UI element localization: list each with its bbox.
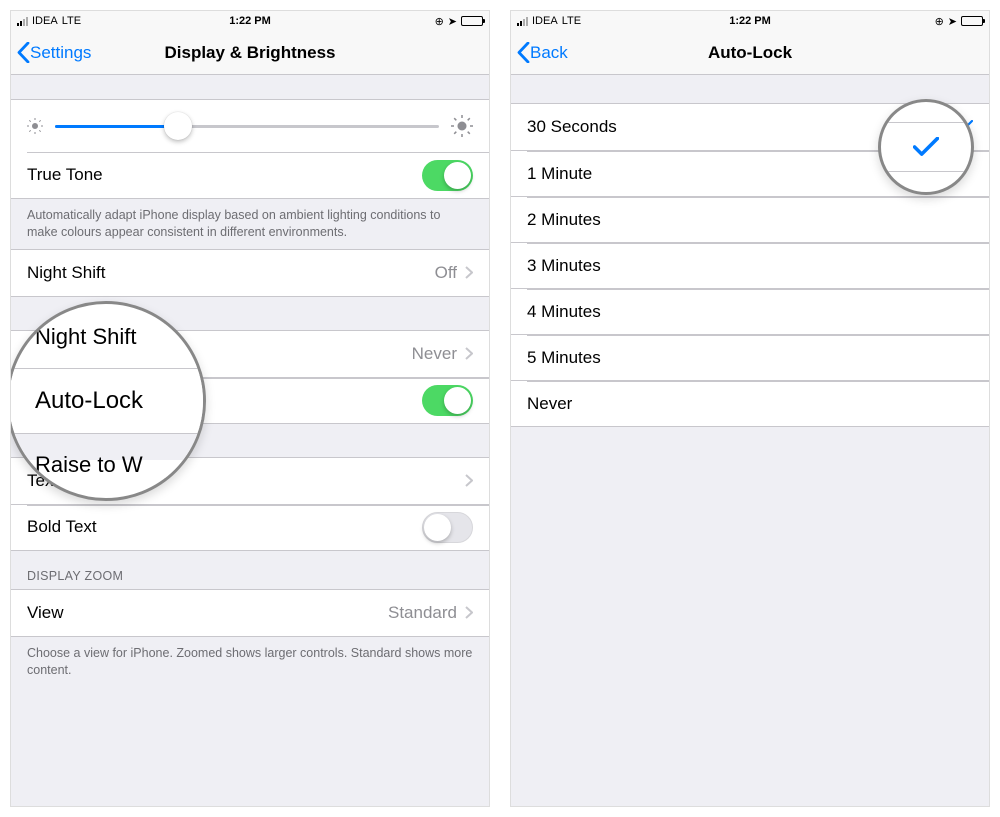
display-zoom-header: DISPLAY ZOOM [11, 551, 489, 589]
auto-lock-option[interactable]: 1 Minute [511, 150, 989, 196]
view-value: Standard [388, 603, 457, 623]
option-label: 3 Minutes [527, 256, 973, 276]
nav-bar: Settings Display & Brightness [11, 31, 489, 75]
auto-lock-option[interactable]: 2 Minutes [511, 196, 989, 242]
status-bar: IDEA LTE 1:22 PM ⊕ ➤ [511, 11, 989, 31]
rotation-lock-icon: ⊕ [435, 15, 444, 28]
sun-high-icon [451, 115, 473, 137]
display-zoom-footer: Choose a view for iPhone. Zoomed shows l… [11, 637, 489, 687]
back-button[interactable]: Settings [11, 42, 91, 63]
sun-low-icon [27, 118, 43, 134]
chevron-left-icon [17, 42, 30, 63]
back-label: Back [530, 43, 568, 63]
text-size-label: Text Size [27, 471, 465, 491]
auto-lock-option[interactable]: 4 Minutes [511, 288, 989, 334]
network-label: LTE [62, 15, 81, 27]
clock-label: 1:22 PM [229, 15, 271, 27]
back-button[interactable]: Back [511, 42, 568, 63]
brightness-group: True Tone [11, 99, 489, 199]
chevron-right-icon [465, 606, 473, 619]
true-tone-toggle[interactable] [422, 160, 473, 191]
option-label: 5 Minutes [527, 348, 973, 368]
page-title: Auto-Lock [708, 43, 792, 63]
option-label: 1 Minute [527, 164, 973, 184]
true-tone-label: True Tone [27, 165, 422, 185]
auto-lock-group: Auto-Lock Never Raise to Wake [11, 330, 489, 424]
carrier-label: IDEA [532, 15, 558, 27]
brightness-slider[interactable] [55, 112, 439, 140]
phone-display-brightness: IDEA LTE 1:22 PM ⊕ ➤ Settings Display & … [10, 10, 490, 807]
chevron-right-icon [465, 474, 473, 487]
auto-lock-option[interactable]: 3 Minutes [511, 242, 989, 288]
checkmark-icon [955, 120, 973, 134]
location-icon: ➤ [448, 15, 457, 28]
slider-thumb[interactable] [164, 112, 192, 140]
clock-label: 1:22 PM [729, 15, 771, 27]
signal-icon [517, 17, 528, 26]
brightness-row [11, 100, 489, 152]
carrier-label: IDEA [32, 15, 58, 27]
view-label: View [27, 603, 388, 623]
night-shift-row[interactable]: Night Shift Off [11, 250, 489, 296]
network-label: LTE [562, 15, 581, 27]
chevron-right-icon [465, 266, 473, 279]
location-icon: ➤ [948, 15, 957, 28]
auto-lock-option[interactable]: 5 Minutes [511, 334, 989, 380]
phone-auto-lock: IDEA LTE 1:22 PM ⊕ ➤ Back Auto-Lock 30 S… [510, 10, 990, 807]
raise-to-wake-toggle[interactable] [422, 385, 473, 416]
auto-lock-options: 30 Seconds 1 Minute 2 Minutes 3 Minutes 4 Mi… [511, 103, 989, 427]
night-shift-value: Off [435, 263, 457, 283]
signal-icon [17, 17, 28, 26]
raise-to-wake-label: Raise to Wake [27, 390, 422, 410]
auto-lock-option[interactable]: Never [511, 380, 989, 426]
view-row[interactable]: View Standard [11, 590, 489, 636]
text-size-row[interactable]: Text Size [11, 458, 489, 504]
option-label: 30 Seconds [527, 117, 955, 137]
true-tone-footer: Automatically adapt iPhone display based… [11, 199, 489, 249]
raise-to-wake-row: Raise to Wake [11, 377, 489, 423]
night-shift-label: Night Shift [27, 263, 435, 283]
bold-text-label: Bold Text [27, 517, 422, 537]
nav-bar: Back Auto-Lock [511, 31, 989, 75]
page-title: Display & Brightness [165, 43, 336, 63]
auto-lock-row[interactable]: Auto-Lock Never [11, 331, 489, 377]
text-group: Text Size Bold Text [11, 457, 489, 551]
night-shift-group: Night Shift Off [11, 249, 489, 297]
auto-lock-value: Never [412, 344, 457, 364]
battery-icon [961, 16, 983, 26]
auto-lock-option[interactable]: 30 Seconds [511, 104, 989, 150]
option-label: 4 Minutes [527, 302, 973, 322]
auto-lock-label: Auto-Lock [27, 344, 412, 364]
chevron-right-icon [465, 347, 473, 360]
status-bar: IDEA LTE 1:22 PM ⊕ ➤ [11, 11, 489, 31]
display-zoom-group: View Standard [11, 589, 489, 637]
option-label: Never [527, 394, 973, 414]
option-label: 2 Minutes [527, 210, 973, 230]
bold-text-row: Bold Text [11, 504, 489, 550]
chevron-left-icon [517, 42, 530, 63]
bold-text-toggle[interactable] [422, 512, 473, 543]
back-label: Settings [30, 43, 91, 63]
rotation-lock-icon: ⊕ [935, 15, 944, 28]
battery-icon [461, 16, 483, 26]
true-tone-row: True Tone [11, 152, 489, 198]
